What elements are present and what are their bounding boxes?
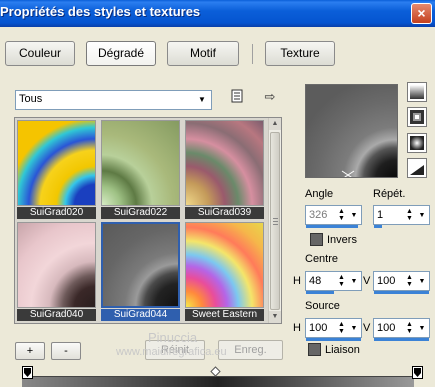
angle-value: 326 — [309, 209, 328, 221]
tab-separator — [252, 44, 253, 64]
centre-v-slider[interactable] — [374, 291, 429, 294]
gradient-library: SuiGrad020 SuiGrad022 SuiGrad039 SuiGrad… — [14, 117, 282, 324]
gradient-preview — [101, 222, 180, 308]
centre-h-spinner[interactable]: 48 ▲ ▼ ▼ — [305, 271, 362, 294]
gradient-item-selected[interactable]: SuiGrad044 — [101, 222, 180, 321]
spin-arrows-icon[interactable]: ▲ ▼ — [404, 274, 415, 289]
remove-gradient-button[interactable]: - — [51, 342, 81, 360]
repeat-label: Répét. — [373, 188, 406, 200]
spin-arrows-icon[interactable]: ▲ ▼ — [404, 208, 415, 223]
scroll-up-icon[interactable]: ▲ — [269, 118, 281, 130]
gradient-item[interactable]: SuiGrad040 — [17, 222, 96, 321]
chevron-down-icon[interactable]: ▼ — [416, 208, 428, 223]
category-value: Tous — [19, 93, 43, 105]
centre-label: Centre — [305, 253, 339, 265]
source-h-label: H — [293, 322, 301, 334]
centre-h-value: 48 — [309, 275, 322, 287]
spin-arrows-icon[interactable]: ▲ ▼ — [404, 321, 415, 336]
close-button[interactable]: × — [411, 3, 432, 24]
tab-motif[interactable]: Motif — [167, 41, 239, 66]
source-h-value: 100 — [309, 322, 328, 334]
scroll-thumb[interactable] — [270, 132, 280, 310]
library-scrollbar[interactable]: ▲ ▼ — [268, 118, 281, 323]
gradient-stop-marker[interactable] — [412, 366, 423, 379]
centre-v-value: 100 — [377, 275, 396, 287]
spin-arrows-icon[interactable]: ▲ ▼ — [336, 208, 347, 223]
chevron-down-icon[interactable]: ▼ — [348, 274, 360, 289]
gradient-preview — [185, 120, 264, 206]
watermark-name: Pinuccia — [148, 330, 198, 345]
chevron-down-icon[interactable]: ▼ — [416, 321, 428, 336]
spin-arrows-icon[interactable]: ▲ ▼ — [336, 321, 347, 336]
angle-label: Angle — [305, 188, 334, 200]
source-h-slider[interactable] — [306, 338, 361, 341]
gradient-preview — [101, 120, 180, 206]
window-title: Propriétés des styles et textures — [0, 4, 201, 19]
angle-slider[interactable] — [306, 225, 358, 228]
repeat-spinner[interactable]: 1 ▲ ▼ ▼ — [373, 205, 430, 228]
add-gradient-button[interactable]: + — [15, 342, 45, 360]
repeat-value: 1 — [377, 209, 384, 221]
chevron-down-icon[interactable]: ▼ — [416, 274, 428, 289]
radial-style-icon[interactable] — [407, 133, 427, 153]
arrow-right-icon[interactable]: ⇨ — [262, 89, 278, 105]
source-v-spinner[interactable]: 100 ▲ ▼ ▼ — [373, 318, 430, 341]
gradient-preview — [185, 222, 264, 308]
invert-checkbox[interactable] — [310, 233, 323, 246]
title-bar[interactable]: Propriétés des styles et textures × — [0, 0, 435, 27]
gradient-stop-marker[interactable] — [22, 366, 33, 379]
category-dropdown[interactable]: Tous ▼ — [15, 90, 212, 110]
tab-bar: Couleur Dégradé Motif Texture — [0, 27, 435, 79]
scroll-down-icon[interactable]: ▼ — [269, 311, 281, 323]
invert-label: Invers — [327, 234, 357, 246]
gradient-name: SuiGrad039 — [185, 207, 264, 219]
chevron-down-icon: ▼ — [198, 95, 206, 104]
source-label: Source — [305, 300, 340, 312]
gradient-item[interactable]: Sweet Eastern — [185, 222, 264, 321]
gradient-name: SuiGrad022 — [101, 207, 180, 219]
gradient-name: SuiGrad040 — [17, 309, 96, 321]
gradient-item[interactable]: SuiGrad039 — [185, 120, 264, 219]
rectangular-style-icon[interactable] — [407, 107, 427, 127]
tab-couleur[interactable]: Couleur — [5, 41, 75, 66]
gradient-name: Sweet Eastern — [185, 309, 264, 321]
linear-style-icon[interactable] — [407, 82, 427, 102]
gradient-item[interactable]: SuiGrad022 — [101, 120, 180, 219]
gradient-item[interactable]: SuiGrad020 — [17, 120, 96, 219]
source-v-slider[interactable] — [374, 338, 429, 341]
sunburst-style-icon[interactable] — [407, 158, 427, 178]
gradient-preview-large — [305, 84, 398, 178]
tab-degrade[interactable]: Dégradé — [86, 41, 156, 66]
link-label: Liaison — [325, 344, 360, 356]
save-button[interactable]: Enreg. — [218, 340, 283, 360]
chevron-down-icon[interactable]: ▼ — [348, 208, 360, 223]
centre-h-label: H — [293, 275, 301, 287]
repeat-slider[interactable] — [374, 225, 382, 228]
gradient-preview — [17, 222, 96, 308]
link-checkbox[interactable] — [308, 343, 321, 356]
gradient-name: SuiGrad020 — [17, 207, 96, 219]
gradient-name: SuiGrad044 — [101, 309, 180, 321]
browse-folder-icon[interactable] — [229, 89, 245, 105]
source-v-label: V — [363, 322, 371, 334]
tab-texture[interactable]: Texture — [265, 41, 335, 66]
angle-spinner[interactable]: 326 ▲ ▼ ▼ — [305, 205, 362, 228]
source-v-value: 100 — [377, 322, 396, 334]
source-h-spinner[interactable]: 100 ▲ ▼ ▼ — [305, 318, 362, 341]
centre-v-spinner[interactable]: 100 ▲ ▼ ▼ — [373, 271, 430, 294]
centre-v-label: V — [363, 275, 371, 287]
watermark-url: www.maidiregrafica.eu — [116, 346, 227, 358]
gradient-preview — [17, 120, 96, 206]
spin-arrows-icon[interactable]: ▲ ▼ — [336, 274, 347, 289]
centre-h-slider[interactable] — [306, 291, 334, 294]
midpoint-marker[interactable] — [210, 366, 221, 379]
properties-dialog: Propriétés des styles et textures × Coul… — [0, 0, 435, 387]
chevron-down-icon[interactable]: ▼ — [348, 321, 360, 336]
